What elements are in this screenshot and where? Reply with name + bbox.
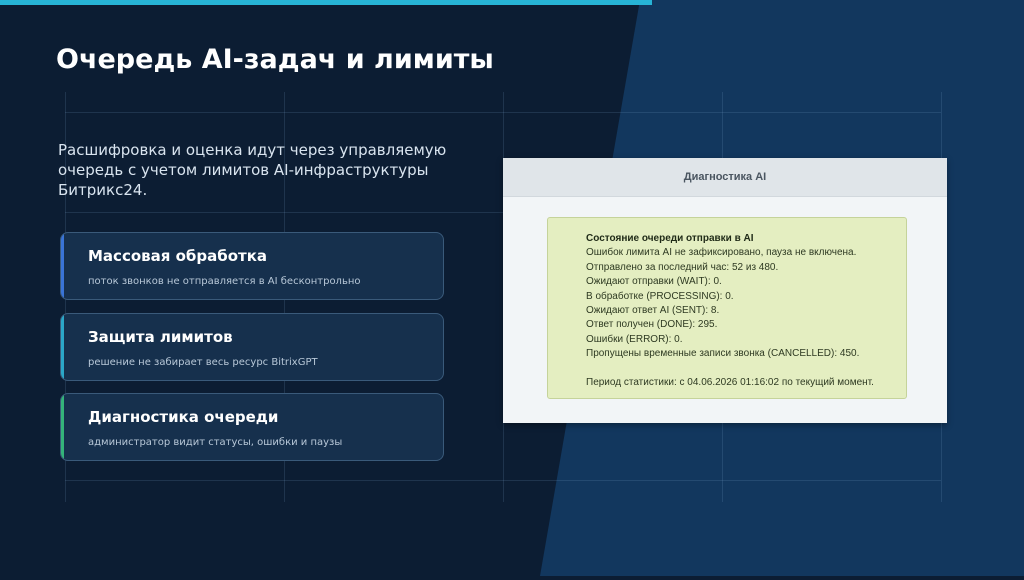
- card-title: Защита лимитов: [88, 328, 233, 346]
- feature-card-limit-protection: Защита лимитов решение не забирает весь …: [60, 313, 444, 381]
- card-accent-bar: [61, 233, 64, 299]
- card-title: Диагностика очереди: [88, 408, 279, 426]
- panel-header: Диагностика AI: [503, 158, 947, 197]
- grid-line: [65, 480, 941, 481]
- feature-card-mass-processing: Массовая обработка поток звонков не отпр…: [60, 232, 444, 300]
- feature-card-queue-diagnostics: Диагностика очереди администратор видит …: [60, 393, 444, 461]
- card-accent-bar: [61, 394, 64, 460]
- grid-line: [65, 112, 941, 113]
- card-description: решение не забирает весь ресурс BitrixGP…: [88, 357, 318, 368]
- status-line: Ответ получен (DONE): 295.: [586, 319, 718, 331]
- status-line: В обработке (PROCESSING): 0.: [586, 290, 734, 302]
- status-line: Ожидают отправки (WAIT): 0.: [586, 276, 722, 288]
- status-line: Отправлено за последний час: 52 из 480.: [586, 261, 779, 273]
- card-description: администратор видит статусы, ошибки и па…: [88, 437, 343, 448]
- status-period: Период статистики: с 04.06.2026 01:16:02…: [586, 376, 874, 388]
- status-line: Ошибки (ERROR): 0.: [586, 333, 683, 345]
- card-title: Массовая обработка: [88, 247, 268, 265]
- top-accent-bar: [0, 0, 652, 5]
- queue-status-box: Состояние очереди отправки в AI Ошибок л…: [547, 217, 907, 399]
- status-line: Пропущены временные записи звонка (CANCE…: [586, 348, 860, 360]
- status-title: Состояние очереди отправки в AI: [586, 233, 754, 244]
- status-line: Ошибок лимита AI не зафиксировано, пауза…: [586, 247, 857, 259]
- card-accent-bar: [61, 314, 64, 380]
- slide-title: Очередь AI-задач и лимиты: [56, 44, 494, 75]
- diagnostics-panel: Диагностика AI Состояние очереди отправк…: [503, 158, 947, 423]
- status-line: Ожидают ответ AI (SENT): 8.: [586, 305, 720, 317]
- card-description: поток звонков не отправляется в AI беско…: [88, 276, 361, 287]
- slide-subtitle: Расшифровка и оценка идут через управляе…: [58, 141, 447, 199]
